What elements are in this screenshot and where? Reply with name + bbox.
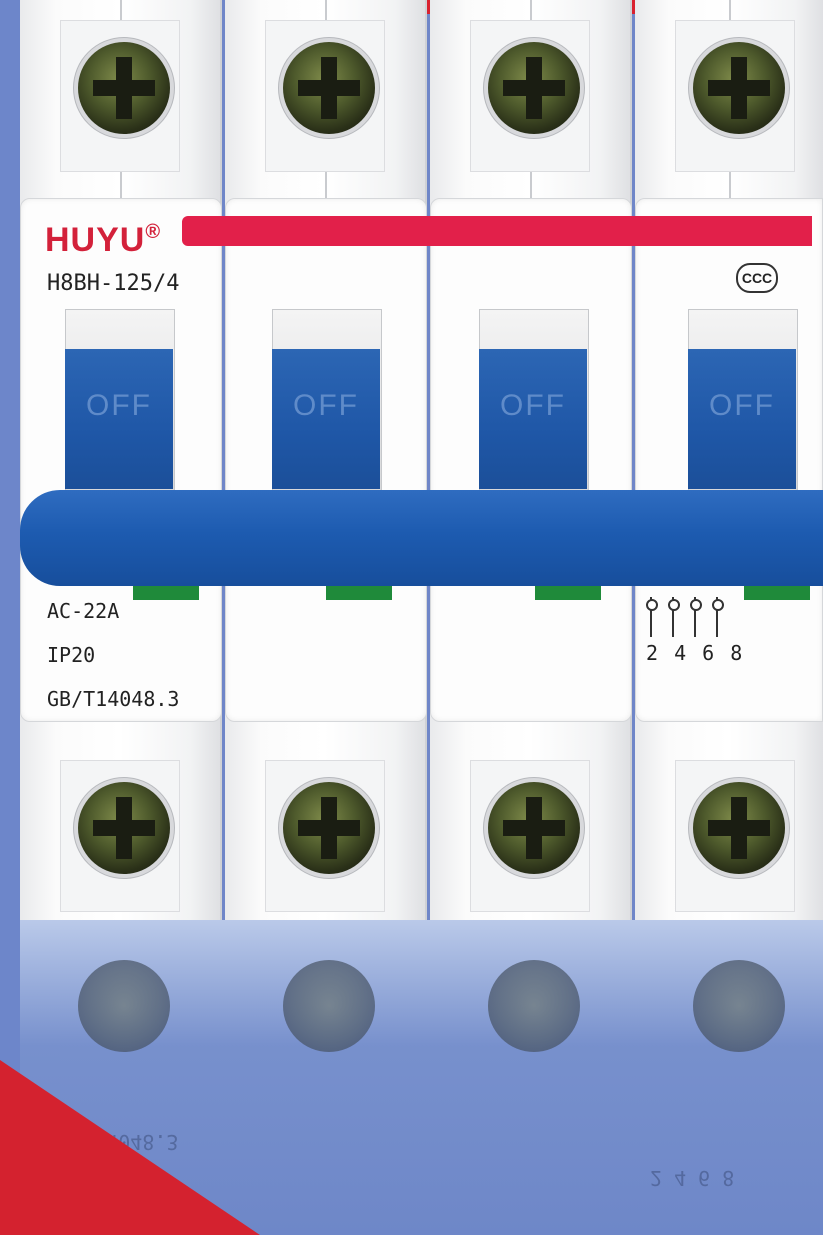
terminal-screw-icon [283, 42, 375, 134]
terminal-screw-icon [283, 782, 375, 874]
terminal-screw-icon [488, 782, 580, 874]
status-indicator [133, 584, 199, 600]
front-panel-3: OFF [430, 198, 632, 722]
front-panel-2: OFF [225, 198, 427, 722]
status-indicator [744, 584, 810, 600]
pole-numbers: 2 4 6 8 [646, 641, 745, 665]
spec-protection: IP20 [47, 643, 96, 667]
terminal-screw-icon [78, 42, 170, 134]
spec-utilization: AC-22A [47, 599, 120, 623]
model-number: H8BH-125/4 [47, 271, 180, 296]
terminal-screw-icon [78, 782, 170, 874]
status-indicator [326, 584, 392, 600]
lever-state-label: OFF [293, 389, 359, 422]
brand-stripe [182, 216, 812, 246]
terminal-screw-icon [693, 42, 785, 134]
status-indicator [535, 584, 601, 600]
terminal-screw-icon [693, 782, 785, 874]
background-red-corner [0, 1060, 260, 1235]
lever-state-label: OFF [86, 389, 152, 422]
lever-state-label: OFF [709, 389, 775, 422]
front-panel-1: HUYU® H8BH-125/4 OFF AC-22A IP20 GB/T140… [20, 198, 222, 722]
lever-state-label: OFF [500, 389, 566, 422]
toggle-lever-1[interactable]: OFF [65, 349, 173, 489]
toggle-lever-2[interactable]: OFF [272, 349, 380, 489]
spec-standard: GB/T14048.3 [47, 687, 180, 711]
reflected-pole-numbers: 2 4 6 8 [650, 1166, 735, 1190]
terminal-screw-icon [488, 42, 580, 134]
front-panel-4: CCC OFF 2 4 6 8 [635, 198, 823, 722]
brand-logo: HUYU® [45, 221, 162, 259]
handle-tie-bar[interactable] [20, 490, 823, 586]
toggle-lever-4[interactable]: OFF [688, 349, 796, 489]
ccc-certification-icon: CCC [736, 263, 778, 293]
toggle-lever-3[interactable]: OFF [479, 349, 587, 489]
